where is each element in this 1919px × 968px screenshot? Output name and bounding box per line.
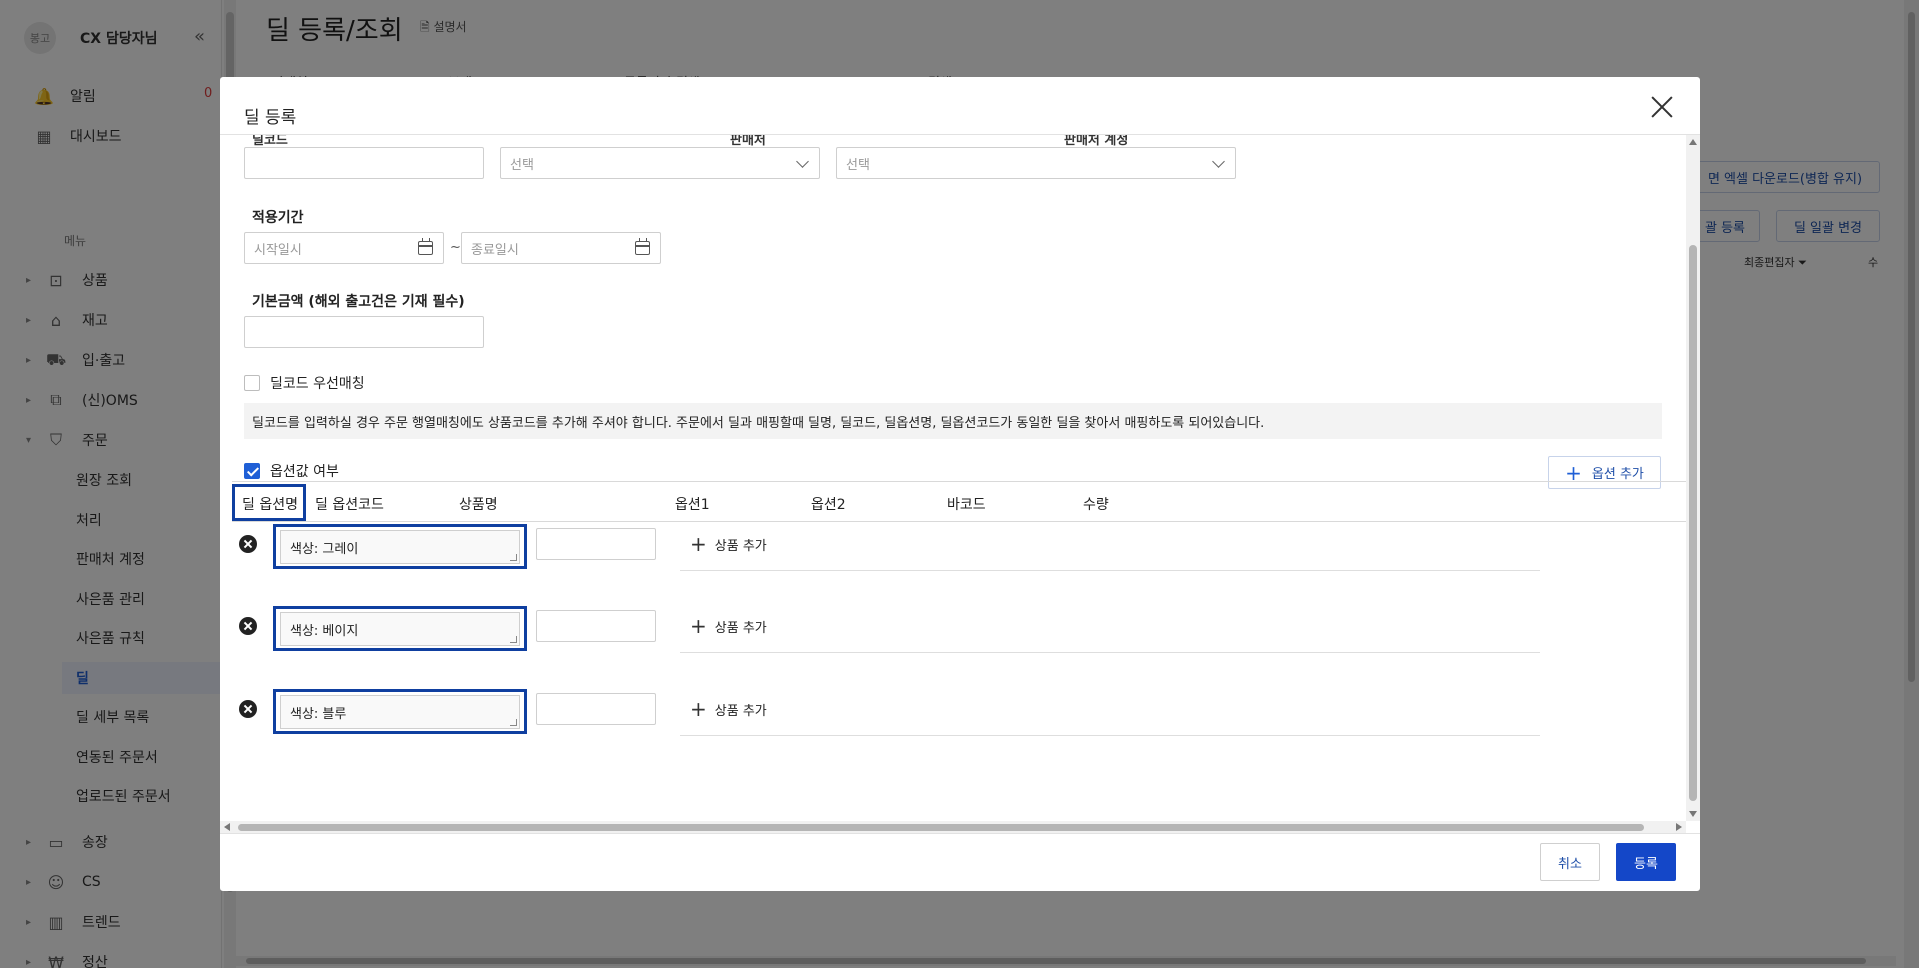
close-icon[interactable] (1648, 93, 1676, 121)
seller-select[interactable]: 선택 (500, 147, 820, 179)
add-product-button[interactable]: + 상품 추가 (690, 697, 767, 721)
scroll-up-icon[interactable] (1689, 139, 1697, 145)
option-flag-checkbox[interactable] (244, 463, 260, 479)
modal-footer: 취소 등록 (220, 833, 1700, 891)
plus-icon: + (690, 532, 707, 556)
add-product-button[interactable]: + 상품 추가 (690, 614, 767, 638)
option-code-input[interactable] (536, 610, 656, 642)
add-product-label: 상품 추가 (714, 538, 767, 554)
modal-body: 딜코드 판매처 판매처 계정 선택 선택 적용기간 시작일시 ~ 종료일시 기본… (220, 135, 1686, 821)
add-product-button[interactable]: + 상품 추가 (690, 532, 767, 556)
remove-row-icon[interactable] (239, 700, 257, 718)
plus-icon: + (690, 697, 707, 721)
resize-grip-icon[interactable] (510, 554, 517, 561)
row-divider (680, 652, 1540, 653)
option-name-value: 색상: 베이지 (290, 624, 359, 639)
option-code-input[interactable] (536, 693, 656, 725)
plus-icon: + (690, 614, 707, 638)
col-option-code: 딜 옵션코드 (315, 497, 384, 513)
options-table-header: 딜 옵션명 딜 옵션코드 상품명 옵션1 옵션2 바코드 수량 (232, 481, 1686, 522)
seller-select-value: 선택 (510, 157, 534, 173)
chevron-down-icon (1212, 155, 1225, 168)
modal-title: 딜 등록 (244, 108, 297, 128)
start-date-placeholder: 시작일시 (254, 242, 302, 258)
modal-header: 딜 등록 (220, 77, 1700, 135)
row-divider (680, 735, 1540, 736)
col-quantity: 수량 (1083, 497, 1109, 513)
remove-row-icon[interactable] (239, 617, 257, 635)
cancel-button[interactable]: 취소 (1540, 843, 1600, 881)
scroll-left-icon[interactable] (224, 823, 230, 831)
calendar-icon[interactable] (418, 238, 433, 255)
submit-button[interactable]: 등록 (1616, 843, 1676, 881)
end-date-input[interactable]: 종료일시 (461, 232, 661, 264)
option-flag-label: 옵션값 여부 (270, 464, 339, 480)
seller-account-select-value: 선택 (846, 157, 870, 173)
base-amount-input[interactable] (244, 316, 484, 348)
option-name-textarea[interactable]: 색상: 베이지 (280, 612, 520, 646)
seller-account-select[interactable]: 선택 (836, 147, 1236, 179)
modal-horizontal-scrollbar[interactable] (220, 821, 1686, 833)
chevron-down-icon (796, 155, 809, 168)
base-amount-label: 기본금액 (해외 출고건은 기재 필수) (252, 294, 465, 310)
mapping-notice: 딜코드를 입력하실 경우 주문 행열매칭에도 상품코드를 추가해 주셔야 합니다… (244, 403, 1662, 439)
period-label: 적용기간 (252, 210, 304, 226)
calendar-icon[interactable] (635, 238, 650, 255)
scroll-down-icon[interactable] (1689, 811, 1697, 817)
priority-match-label: 딜코드 우선매칭 (270, 376, 365, 392)
col-option2: 옵션2 (811, 497, 846, 513)
option-name-field[interactable]: 색상: 베이지 (273, 606, 527, 651)
option-code-input[interactable] (536, 528, 656, 560)
period-separator: ~ (450, 240, 461, 255)
resize-grip-icon[interactable] (510, 636, 517, 643)
priority-match-checkbox[interactable] (244, 375, 260, 391)
deal-code-input[interactable] (244, 147, 484, 179)
col-option-name: 딜 옵션명 (242, 497, 298, 513)
option-name-field[interactable]: 색상: 블루 (273, 689, 527, 734)
start-date-input[interactable]: 시작일시 (244, 232, 444, 264)
option-name-textarea[interactable]: 색상: 그레이 (280, 530, 520, 564)
add-product-label: 상품 추가 (714, 620, 767, 636)
option-name-field[interactable]: 색상: 그레이 (273, 524, 527, 569)
remove-row-icon[interactable] (239, 535, 257, 553)
resize-grip-icon[interactable] (510, 719, 517, 726)
option-name-value: 색상: 블루 (290, 707, 347, 722)
modal-vertical-scrollbar[interactable] (1686, 135, 1700, 821)
option-name-value: 색상: 그레이 (290, 542, 359, 557)
col-product-name: 상품명 (459, 497, 498, 513)
row-divider (680, 570, 1540, 571)
scroll-thumb[interactable] (1689, 245, 1697, 801)
add-option-button-label: 옵션 추가 (1591, 467, 1644, 482)
option-name-textarea[interactable]: 색상: 블루 (280, 695, 520, 729)
end-date-placeholder: 종료일시 (471, 242, 519, 258)
add-product-label: 상품 추가 (714, 703, 767, 719)
col-barcode: 바코드 (947, 497, 986, 513)
deal-register-modal: 딜 등록 딜코드 판매처 판매처 계정 선택 선택 적용기간 시작일시 ~ 종료… (220, 77, 1700, 891)
scroll-thumb[interactable] (238, 824, 1644, 831)
col-option1: 옵션1 (675, 497, 710, 513)
scroll-right-icon[interactable] (1676, 823, 1682, 831)
